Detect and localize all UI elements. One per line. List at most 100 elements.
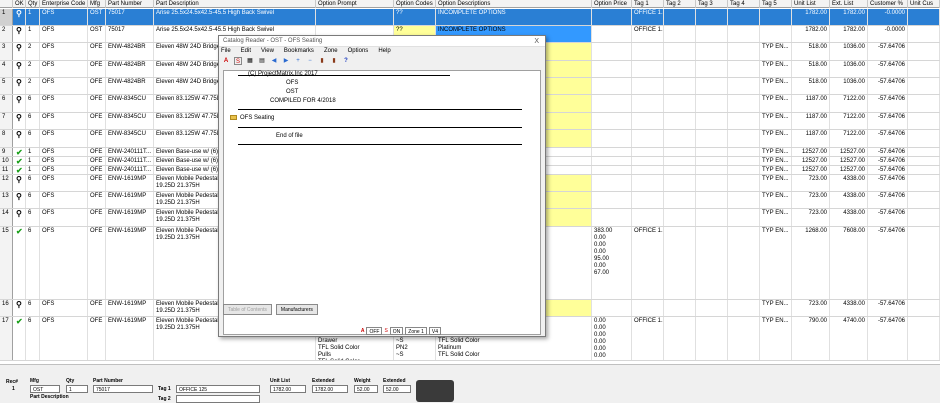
ucus-cell[interactable] [908,209,940,226]
elist-cell[interactable]: 1782.00 [830,9,868,25]
ok-cell[interactable]: ⚲ [13,300,26,316]
cust-cell[interactable]: -0.0000 [868,26,908,42]
price-cell[interactable] [592,148,632,156]
n-cell[interactable]: 17 [0,317,13,360]
qty-field[interactable]: 1 [66,385,88,393]
sm-icon[interactable]: S [234,57,242,65]
mfg-cell[interactable]: OFE [88,43,106,60]
book2-icon[interactable]: ▮ [330,57,338,65]
tag3-cell[interactable] [696,175,728,191]
elist-cell[interactable]: 7122.00 [830,95,868,112]
tag2-cell[interactable] [664,9,696,25]
tag2-cell[interactable] [664,175,696,191]
cust-cell[interactable]: -57.64706 [868,95,908,112]
mfg-cell[interactable]: OFE [88,300,106,316]
ulist-cell[interactable]: 1187.00 [792,130,830,147]
tag2-cell[interactable] [664,95,696,112]
tag4-cell[interactable] [728,78,760,94]
tag5-cell[interactable]: TYP EN... [760,192,792,208]
n-cell[interactable]: 16 [0,300,13,316]
status-off[interactable]: OFF [366,327,383,335]
qty-cell[interactable]: 2 [26,78,40,94]
cust-cell[interactable]: -57.64706 [868,192,908,208]
tag2-cell[interactable] [664,43,696,60]
price-cell[interactable] [592,61,632,77]
cust-cell[interactable]: -57.64706 [868,78,908,94]
elist-cell[interactable]: 1036.00 [830,78,868,94]
column-header[interactable]: Customer % [868,0,908,8]
tag1-cell[interactable] [632,113,664,129]
part-cell[interactable]: ENW-240111T... [106,148,154,156]
tag3-cell[interactable] [696,43,728,60]
qty-cell[interactable]: 6 [26,300,40,316]
column-header[interactable]: Tag 1 [632,0,664,8]
tag1-cell[interactable]: OFFICE 1... [632,9,664,25]
ucus-cell[interactable] [908,317,940,360]
qty-cell[interactable]: 1 [26,148,40,156]
part-cell[interactable]: ENW-1619MP [106,300,154,316]
tag4-cell[interactable] [728,175,760,191]
price-cell[interactable] [592,26,632,42]
part-cell[interactable]: ENW-240111T... [106,157,154,165]
column-header[interactable]: OK [13,0,26,8]
elist-cell[interactable]: 4338.00 [830,192,868,208]
tag4-cell[interactable] [728,113,760,129]
catalog-content-pane[interactable]: (C) ProjectMatrix,Inc 2017 OFS OST COMPI… [223,70,541,335]
ucus-cell[interactable] [908,227,940,299]
tag2-cell[interactable] [664,227,696,299]
qty-cell[interactable]: 2 [26,61,40,77]
qty-cell[interactable]: 6 [26,227,40,299]
tag3-cell[interactable] [696,148,728,156]
tag4-cell[interactable] [728,95,760,112]
tag1-cell[interactable] [632,166,664,174]
tag3-cell[interactable] [696,192,728,208]
column-header[interactable]: Option Codes [394,0,436,8]
ucus-cell[interactable] [908,78,940,94]
price-cell[interactable] [592,175,632,191]
tag4-cell[interactable] [728,148,760,156]
add-bookmark-icon[interactable]: + [294,57,302,65]
tag5-cell[interactable]: TYP EN... [760,61,792,77]
elist-cell[interactable]: 4338.00 [830,300,868,316]
tag3-cell[interactable] [696,26,728,42]
mfg-cell[interactable]: OFE [88,78,106,94]
tag4-cell[interactable] [728,130,760,147]
price-cell[interactable] [592,113,632,129]
mfg-cell[interactable]: OFE [88,192,106,208]
qty-cell[interactable]: 1 [26,9,40,25]
tag5-cell[interactable]: TYP EN... [760,148,792,156]
price-cell[interactable] [592,78,632,94]
n-cell[interactable]: 11 [0,166,13,174]
mfg-cell[interactable]: OST [88,9,106,25]
ent-cell[interactable]: OFS [40,95,88,112]
ucus-cell[interactable] [908,9,940,25]
tag4-cell[interactable] [728,227,760,299]
column-header[interactable] [0,0,13,8]
ulist-cell[interactable]: 1782.00 [792,26,830,42]
mfg-cell[interactable]: OFE [88,113,106,129]
cust-cell[interactable]: -57.64706 [868,175,908,191]
part-cell[interactable]: ENW-8345CU [106,113,154,129]
ulist-cell[interactable]: 518.00 [792,43,830,60]
ulist-cell[interactable]: 1187.00 [792,95,830,112]
elist-cell[interactable]: 12527.00 [830,148,868,156]
tag2-cell[interactable] [664,78,696,94]
qty-cell[interactable]: 6 [26,209,40,226]
ok-cell[interactable]: ⚲ [13,43,26,60]
column-header[interactable]: Enterprise Code [40,0,88,8]
tag3-cell[interactable] [696,317,728,360]
ucus-cell[interactable] [908,192,940,208]
qty-cell[interactable]: 1 [26,26,40,42]
tag4-cell[interactable] [728,300,760,316]
tag4-cell[interactable] [728,9,760,25]
tag5-cell[interactable]: TYP EN... [760,43,792,60]
n-cell[interactable]: 13 [0,192,13,208]
tag2-cell[interactable] [664,26,696,42]
tag5-cell[interactable] [760,9,792,25]
table-row[interactable]: 1 ⚲ 1 OFS OST 75017 Arise 25.5x24.5x42.5-45.5 … [0,9,940,26]
tag4-cell[interactable] [728,157,760,165]
mfg-cell[interactable]: OFE [88,317,106,360]
ok-cell[interactable]: ⚲ [13,192,26,208]
ucus-cell[interactable] [908,26,940,42]
mfg-cell[interactable]: OFE [88,130,106,147]
